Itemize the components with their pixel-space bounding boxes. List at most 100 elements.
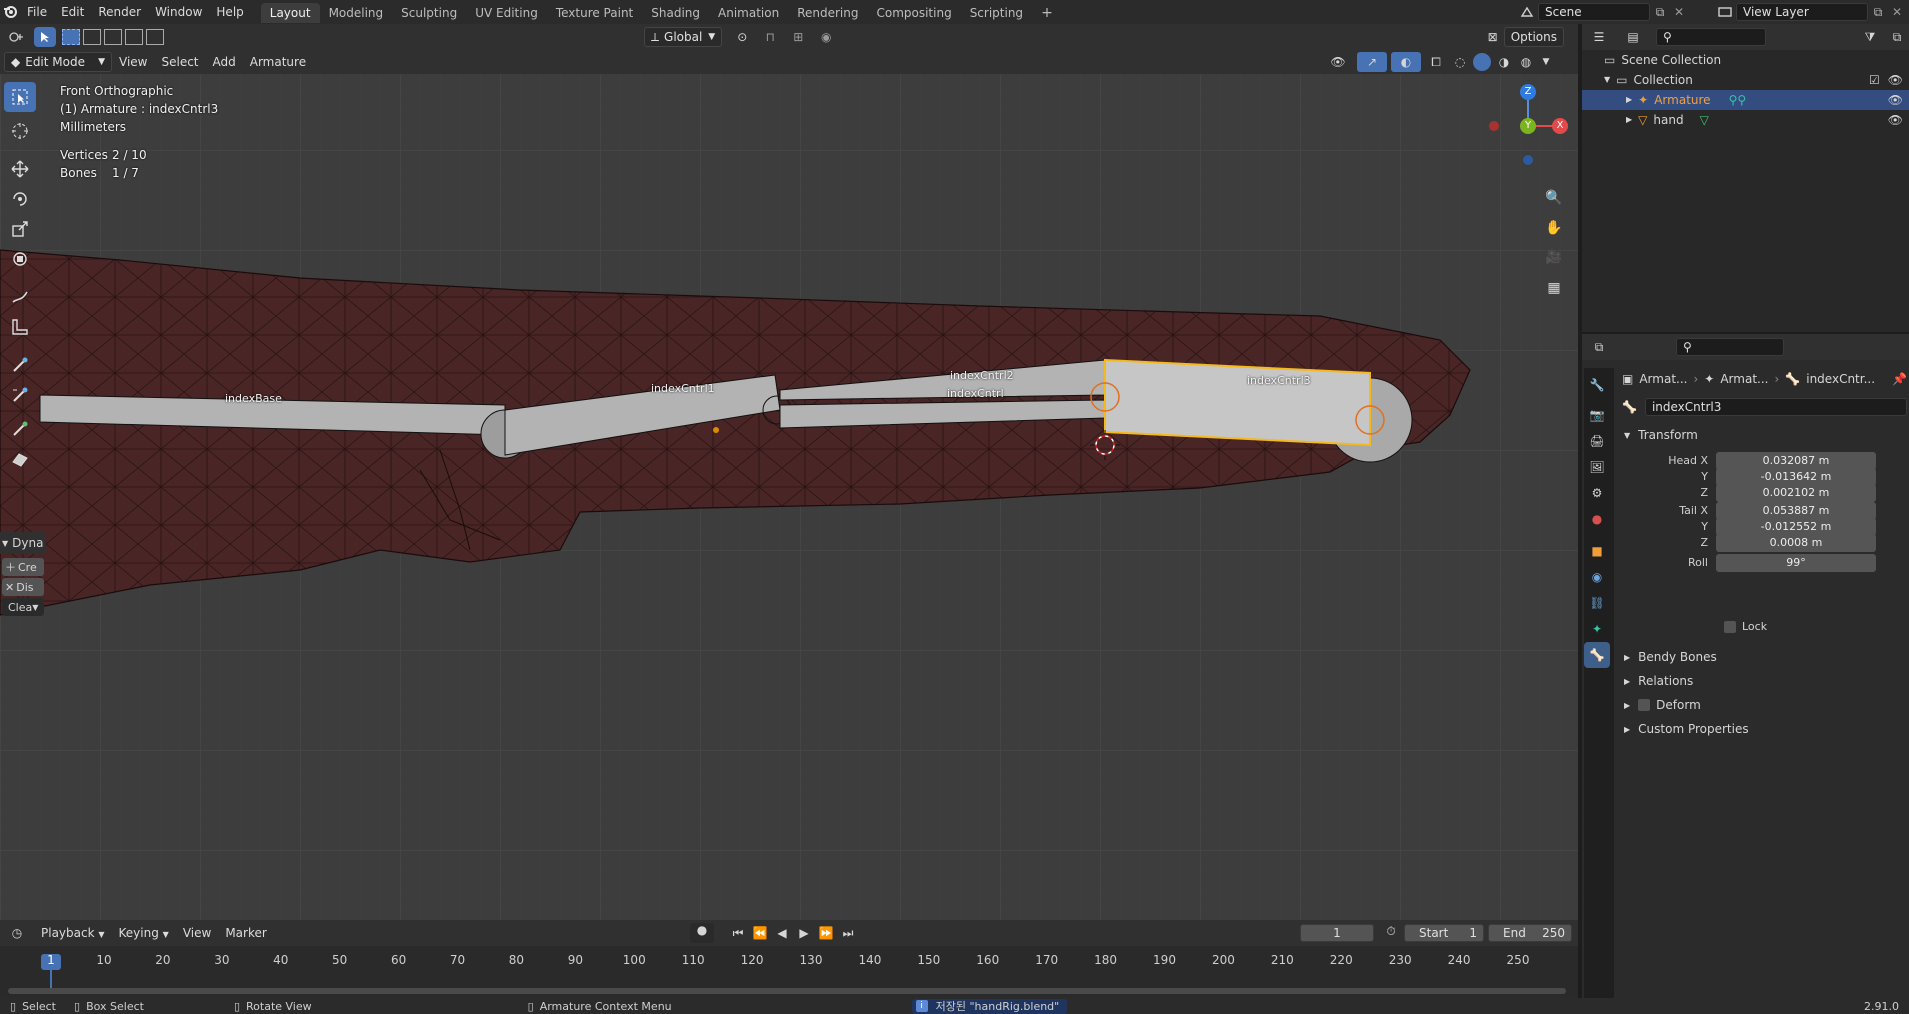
add-workspace-button[interactable]: + (1032, 3, 1062, 23)
pin-icon[interactable]: 📌 (1892, 372, 1907, 386)
select-subtract-icon[interactable] (104, 29, 122, 45)
shading-wireframe-icon[interactable]: ◌ (1451, 55, 1469, 69)
outliner-scene-collection[interactable]: ▭ Scene Collection (1582, 50, 1909, 70)
next-keyframe-icon[interactable]: ⏩ (816, 926, 836, 940)
shading-rendered-icon[interactable]: ◍ (1517, 55, 1535, 69)
armature-data-tab-icon[interactable]: ✦ (1584, 616, 1610, 642)
snap-target-icon[interactable]: ⊞ (784, 30, 812, 44)
ortho-grid-icon[interactable]: ▦ (1542, 276, 1566, 300)
bone-envelope-tool-icon[interactable] (4, 444, 36, 474)
snap-icon[interactable]: ⊓ (756, 30, 784, 44)
tab-texture-paint[interactable]: Texture Paint (547, 3, 642, 23)
dissolve-button[interactable]: ✕ Dis (2, 578, 44, 596)
outliner-item-hand[interactable]: ▶ ▽ hand ▽ 👁 (1582, 110, 1909, 130)
physics-tab-icon[interactable]: ◉ (1584, 564, 1610, 590)
transform-field-value[interactable]: 0.0008 m (1716, 534, 1876, 552)
menu-view[interactable]: View (176, 923, 218, 943)
eye-icon[interactable]: 👁 (1888, 90, 1903, 110)
chevron-down-icon[interactable]: ▼ (1539, 57, 1553, 67)
eye-icon[interactable]: 👁 (1888, 110, 1903, 130)
panel-custom-properties[interactable]: ▶ Custom Properties (1618, 718, 1749, 740)
delete-scene-icon[interactable]: ✕ (1670, 5, 1688, 19)
editor-type-icon[interactable] (0, 27, 34, 47)
xray-icon[interactable]: ⧠ (1425, 55, 1447, 70)
transform-panel-header[interactable]: ▼ Transform (1618, 424, 1907, 446)
proportional-edit-icon[interactable]: ◉ (812, 30, 840, 44)
mode-dropdown[interactable]: ◆ Edit Mode ▼ (4, 52, 112, 72)
checkbox-icon[interactable]: ☑ (1869, 70, 1880, 90)
gizmo-z-axis[interactable]: Z (1520, 84, 1536, 100)
tab-shading[interactable]: Shading (642, 3, 709, 23)
clear-dropdown[interactable]: Clea ▼ (2, 598, 44, 616)
tab-compositing[interactable]: Compositing (867, 3, 960, 23)
tab-rendering[interactable]: Rendering (788, 3, 867, 23)
extrude-tool-icon[interactable] (4, 350, 36, 380)
delete-view-layer-icon[interactable]: ✕ (1888, 5, 1906, 19)
viewport-canvas[interactable] (0, 50, 1578, 920)
world-tab-icon[interactable]: ● (1584, 506, 1610, 532)
pivot-point-icon[interactable]: ⊙ (728, 30, 756, 44)
select-modes[interactable] (62, 29, 164, 45)
checkbox-icon[interactable] (1724, 620, 1736, 633)
menu-add[interactable]: Add (206, 52, 243, 72)
blender-logo-icon[interactable] (0, 0, 20, 24)
outliner-item-armature[interactable]: ▶ ✦ Armature ⚲⚲ 👁 (1582, 90, 1909, 110)
new-view-layer-icon[interactable]: ⧉ (1868, 5, 1888, 20)
view-layer-icon[interactable] (1714, 3, 1736, 21)
select-mode-icon[interactable] (34, 27, 56, 47)
scene-field[interactable]: Scene (1538, 3, 1650, 21)
properties-search-input[interactable]: ⚲ (1676, 338, 1784, 356)
output-tab-icon[interactable]: 🖨 (1584, 428, 1610, 454)
create-button[interactable]: ＋ Cre (2, 558, 44, 576)
gizmo-y-axis[interactable]: Y (1520, 118, 1536, 134)
render-tab-icon[interactable]: 📷 (1584, 402, 1610, 428)
transform-orientation-dropdown[interactable]: ⟂ Global ▼ (644, 27, 723, 47)
toggle-xray-icon[interactable]: ⊠ (1482, 30, 1504, 44)
menu-playback[interactable]: Playback ▼ (34, 923, 112, 943)
options-dropdown[interactable]: Options (1503, 27, 1564, 47)
gizmo-x-axis[interactable]: X (1552, 118, 1568, 134)
outliner-editor-icon[interactable]: ☰ (1582, 30, 1616, 44)
move-tool-icon[interactable] (4, 154, 36, 184)
filter-icon[interactable]: ⧩ (1855, 30, 1885, 45)
panel-deform[interactable]: ▶ Deform (1618, 694, 1701, 716)
lock-checkbox[interactable]: Lock (1724, 620, 1767, 633)
menu-select[interactable]: Select (154, 52, 205, 72)
menu-window[interactable]: Window (148, 0, 209, 24)
start-frame-field[interactable]: Start 1 (1404, 924, 1484, 942)
menu-file[interactable]: File (20, 0, 54, 24)
scale-tool-icon[interactable] (4, 214, 36, 244)
record-icon[interactable]: ● (690, 923, 714, 943)
menu-armature[interactable]: Armature (243, 52, 313, 72)
select-invert-icon[interactable] (125, 29, 143, 45)
menu-marker[interactable]: Marker (218, 923, 273, 943)
select-box-tool-icon[interactable] (4, 82, 36, 112)
menu-view[interactable]: View (112, 52, 154, 72)
outliner-collection[interactable]: ▼ ▭ Collection ☑ 👁 (1582, 70, 1909, 90)
eye-icon[interactable]: 👁 (1888, 70, 1903, 90)
view-layer-field[interactable]: View Layer (1736, 3, 1868, 21)
tab-animation[interactable]: Animation (709, 3, 788, 23)
scene-tab-icon[interactable]: ⚙ (1584, 480, 1610, 506)
jump-start-icon[interactable]: ⏮ (728, 926, 748, 941)
bone-name-field[interactable]: indexCntrl3 (1644, 398, 1907, 416)
new-collection-icon[interactable]: ⧉ (1885, 30, 1909, 45)
tool-tab-icon[interactable]: 🔧 (1584, 372, 1610, 398)
measure-tool-icon[interactable] (4, 312, 36, 342)
play-reverse-icon[interactable]: ◀ (772, 926, 792, 940)
transform-field-value[interactable]: 99° (1716, 554, 1876, 572)
last-operator-header[interactable]: ▼ Dyna (0, 532, 46, 554)
menu-keying[interactable]: Keying ▼ (112, 923, 176, 943)
cursor-tool-icon[interactable] (4, 116, 36, 146)
object-tab-icon[interactable]: ■ (1584, 538, 1610, 564)
stopwatch-icon[interactable]: ⏱ (1381, 924, 1401, 939)
navigation-gizmo[interactable]: Z Y X (1486, 84, 1568, 174)
menu-help[interactable]: Help (209, 0, 250, 24)
timeline-scrollbar[interactable] (8, 988, 1566, 994)
tab-sculpting[interactable]: Sculpting (392, 3, 466, 23)
bone-size-tool-icon[interactable] (4, 414, 36, 444)
transform-tool-icon[interactable] (4, 244, 36, 274)
constraints-tab-icon[interactable]: ⛓ (1584, 590, 1610, 616)
3d-viewport[interactable]: indexBase indexCntrl1 indexCntrl2 indexC… (0, 24, 1578, 920)
play-icon[interactable]: ▶ (794, 926, 814, 940)
